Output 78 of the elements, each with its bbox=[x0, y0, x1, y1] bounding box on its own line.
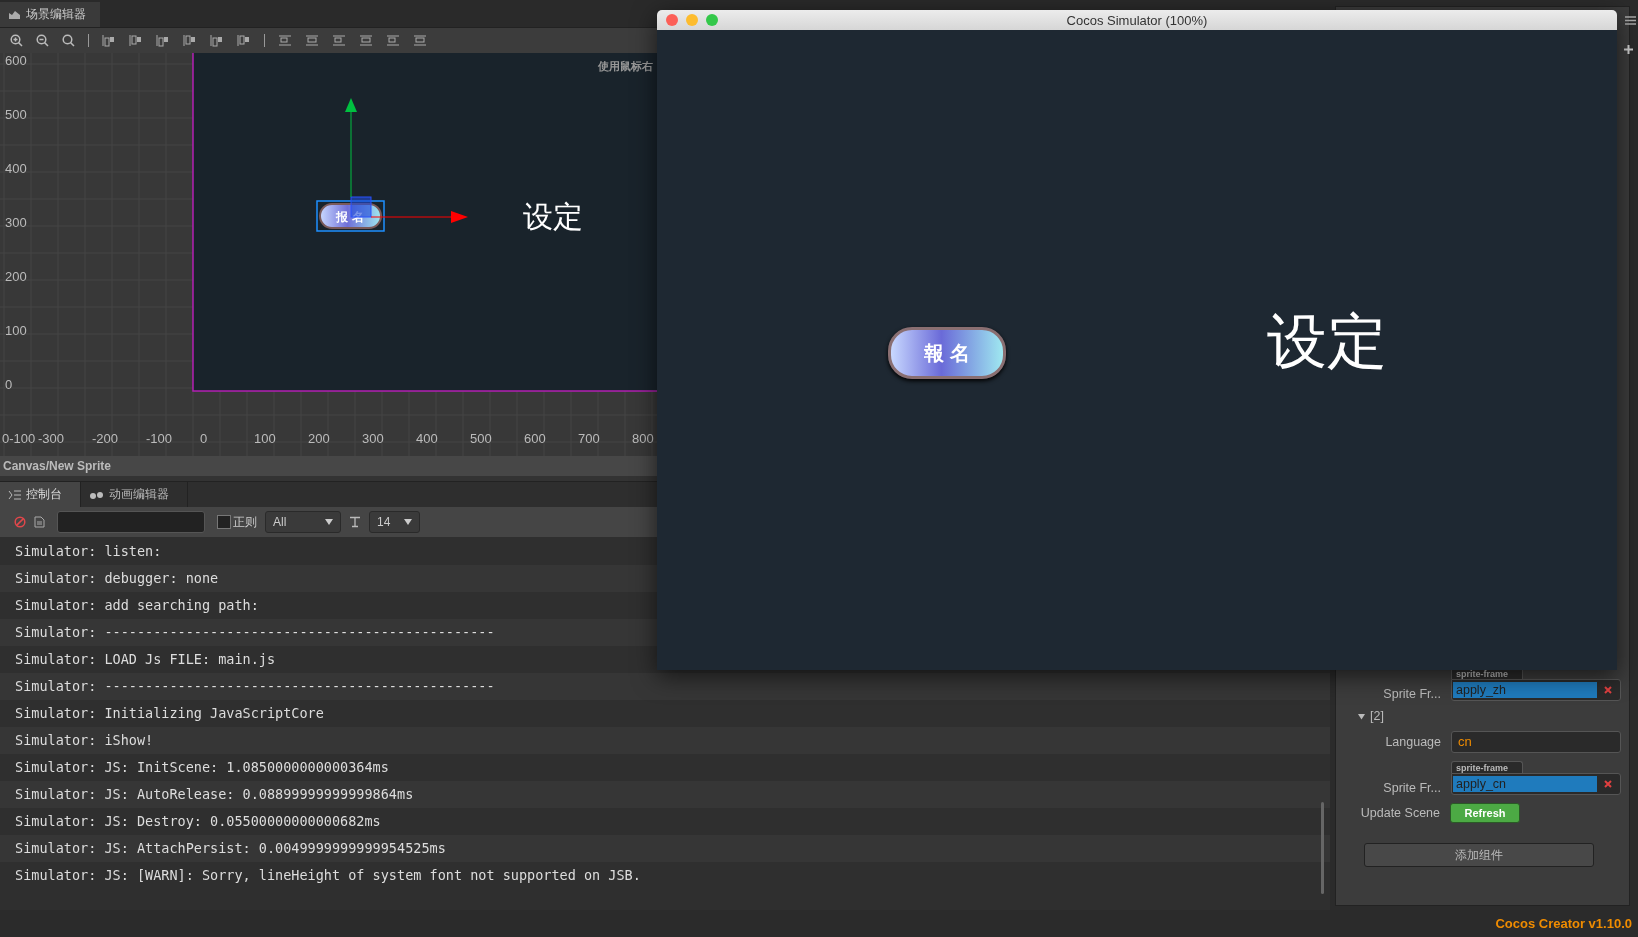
axis-label: 700 bbox=[578, 431, 600, 446]
scene-view[interactable]: 600 500 400 300 200 100 0 0-100 -300 -200 -100 0 100 200 300 400 500 600 700 800 使用鼠标右 报 名 设定 bbox=[0, 53, 657, 456]
property-label: Language bbox=[1384, 735, 1441, 749]
caret-icon bbox=[325, 519, 333, 525]
align-icon[interactable] bbox=[237, 34, 251, 47]
axis-label: 400 bbox=[5, 161, 27, 176]
distribute-icon[interactable] bbox=[278, 34, 292, 47]
search-icon[interactable] bbox=[62, 34, 75, 47]
property-label: Sprite Fr... bbox=[1382, 781, 1441, 795]
version-text: Cocos Creator v1.10.0 bbox=[1495, 916, 1632, 931]
axis-label: 500 bbox=[5, 107, 27, 122]
scrollbar[interactable] bbox=[1321, 802, 1324, 894]
axis-label: 300 bbox=[5, 215, 27, 230]
property-label: Sprite Fr... bbox=[1382, 687, 1441, 701]
remove-icon[interactable] bbox=[1604, 686, 1612, 694]
asset-field[interactable]: apply_cn bbox=[1451, 773, 1621, 795]
text-size-icon bbox=[349, 516, 361, 528]
close-button[interactable] bbox=[666, 14, 678, 26]
document-icon[interactable] bbox=[34, 516, 45, 528]
axis-label: 100 bbox=[5, 323, 27, 338]
window-title: Cocos Simulator (100%) bbox=[1065, 12, 1209, 28]
regex-label: 正则 bbox=[233, 513, 257, 531]
axis-label: 500 bbox=[470, 431, 492, 446]
sprite-button-drawing[interactable] bbox=[316, 200, 385, 232]
regex-checkbox[interactable] bbox=[217, 515, 231, 529]
menu-icon[interactable] bbox=[1625, 16, 1636, 25]
distribute-icon[interactable] bbox=[305, 34, 319, 47]
group-label[interactable]: [2] bbox=[1370, 709, 1384, 723]
y-axis-arrow[interactable] bbox=[345, 98, 357, 198]
expand-arrow-icon[interactable] bbox=[1358, 712, 1365, 720]
scene-editor-tab[interactable]: 场景编辑器 bbox=[0, 2, 100, 27]
property-label: Update Scene bbox=[1359, 806, 1440, 820]
axis-label: 0 bbox=[5, 377, 13, 392]
text-field[interactable]: cn bbox=[1451, 731, 1621, 753]
zoom-out-icon[interactable] bbox=[36, 34, 49, 47]
axis-label: 600 bbox=[524, 431, 546, 446]
axis-label: 300 bbox=[362, 431, 384, 446]
x-axis-arrow[interactable] bbox=[370, 211, 468, 223]
axis-label: 400 bbox=[416, 431, 438, 446]
align-icon[interactable] bbox=[156, 34, 170, 47]
plus-icon[interactable] bbox=[1624, 45, 1633, 54]
axis-label: 200 bbox=[5, 269, 27, 284]
console-icon bbox=[8, 489, 22, 500]
sprite-button[interactable]: 報 名 bbox=[888, 327, 1006, 379]
distribute-icon[interactable] bbox=[332, 34, 346, 47]
log-level-select[interactable]: All bbox=[265, 511, 341, 533]
scene-icon bbox=[8, 9, 21, 20]
distribute-icon[interactable] bbox=[359, 34, 373, 47]
remove-icon[interactable] bbox=[1604, 780, 1612, 788]
axis-label: 800 bbox=[632, 431, 654, 446]
label-text: 设定 bbox=[1267, 307, 1387, 377]
distribute-icon[interactable] bbox=[386, 34, 400, 47]
zoom-in-icon[interactable] bbox=[10, 34, 23, 47]
asset-type-tag: sprite-frame bbox=[1451, 761, 1524, 773]
axis-label: 0-100 bbox=[2, 431, 36, 446]
axis-label: 0 bbox=[200, 431, 208, 446]
axis-label: 600 bbox=[5, 53, 27, 68]
axis-label: 100 bbox=[254, 431, 276, 446]
sprite-label: 报 名 bbox=[336, 210, 364, 224]
hint-text: 使用鼠标右 bbox=[598, 60, 653, 72]
axis-label: 200 bbox=[308, 431, 330, 446]
align-icon[interactable] bbox=[129, 34, 143, 47]
label-text: 设定 bbox=[523, 200, 583, 233]
align-icon[interactable] bbox=[183, 34, 197, 47]
axis-label: -100 bbox=[146, 431, 173, 446]
align-icon[interactable] bbox=[102, 34, 116, 47]
font-size-select[interactable]: 14 bbox=[369, 511, 420, 533]
animation-icon bbox=[89, 489, 105, 500]
filter-field[interactable] bbox=[57, 511, 205, 533]
panel-tab[interactable]: 控制台 bbox=[0, 482, 81, 507]
clear-icon[interactable] bbox=[14, 516, 26, 528]
axis-label: -200 bbox=[92, 431, 119, 446]
asset-field[interactable]: apply_zh bbox=[1451, 679, 1621, 701]
caret-icon bbox=[404, 519, 412, 525]
distribute-icon[interactable] bbox=[413, 34, 427, 47]
add-component-button[interactable]: 添加组件 bbox=[1364, 843, 1594, 867]
axis-label: -300 bbox=[38, 431, 65, 446]
align-icon[interactable] bbox=[210, 34, 224, 47]
